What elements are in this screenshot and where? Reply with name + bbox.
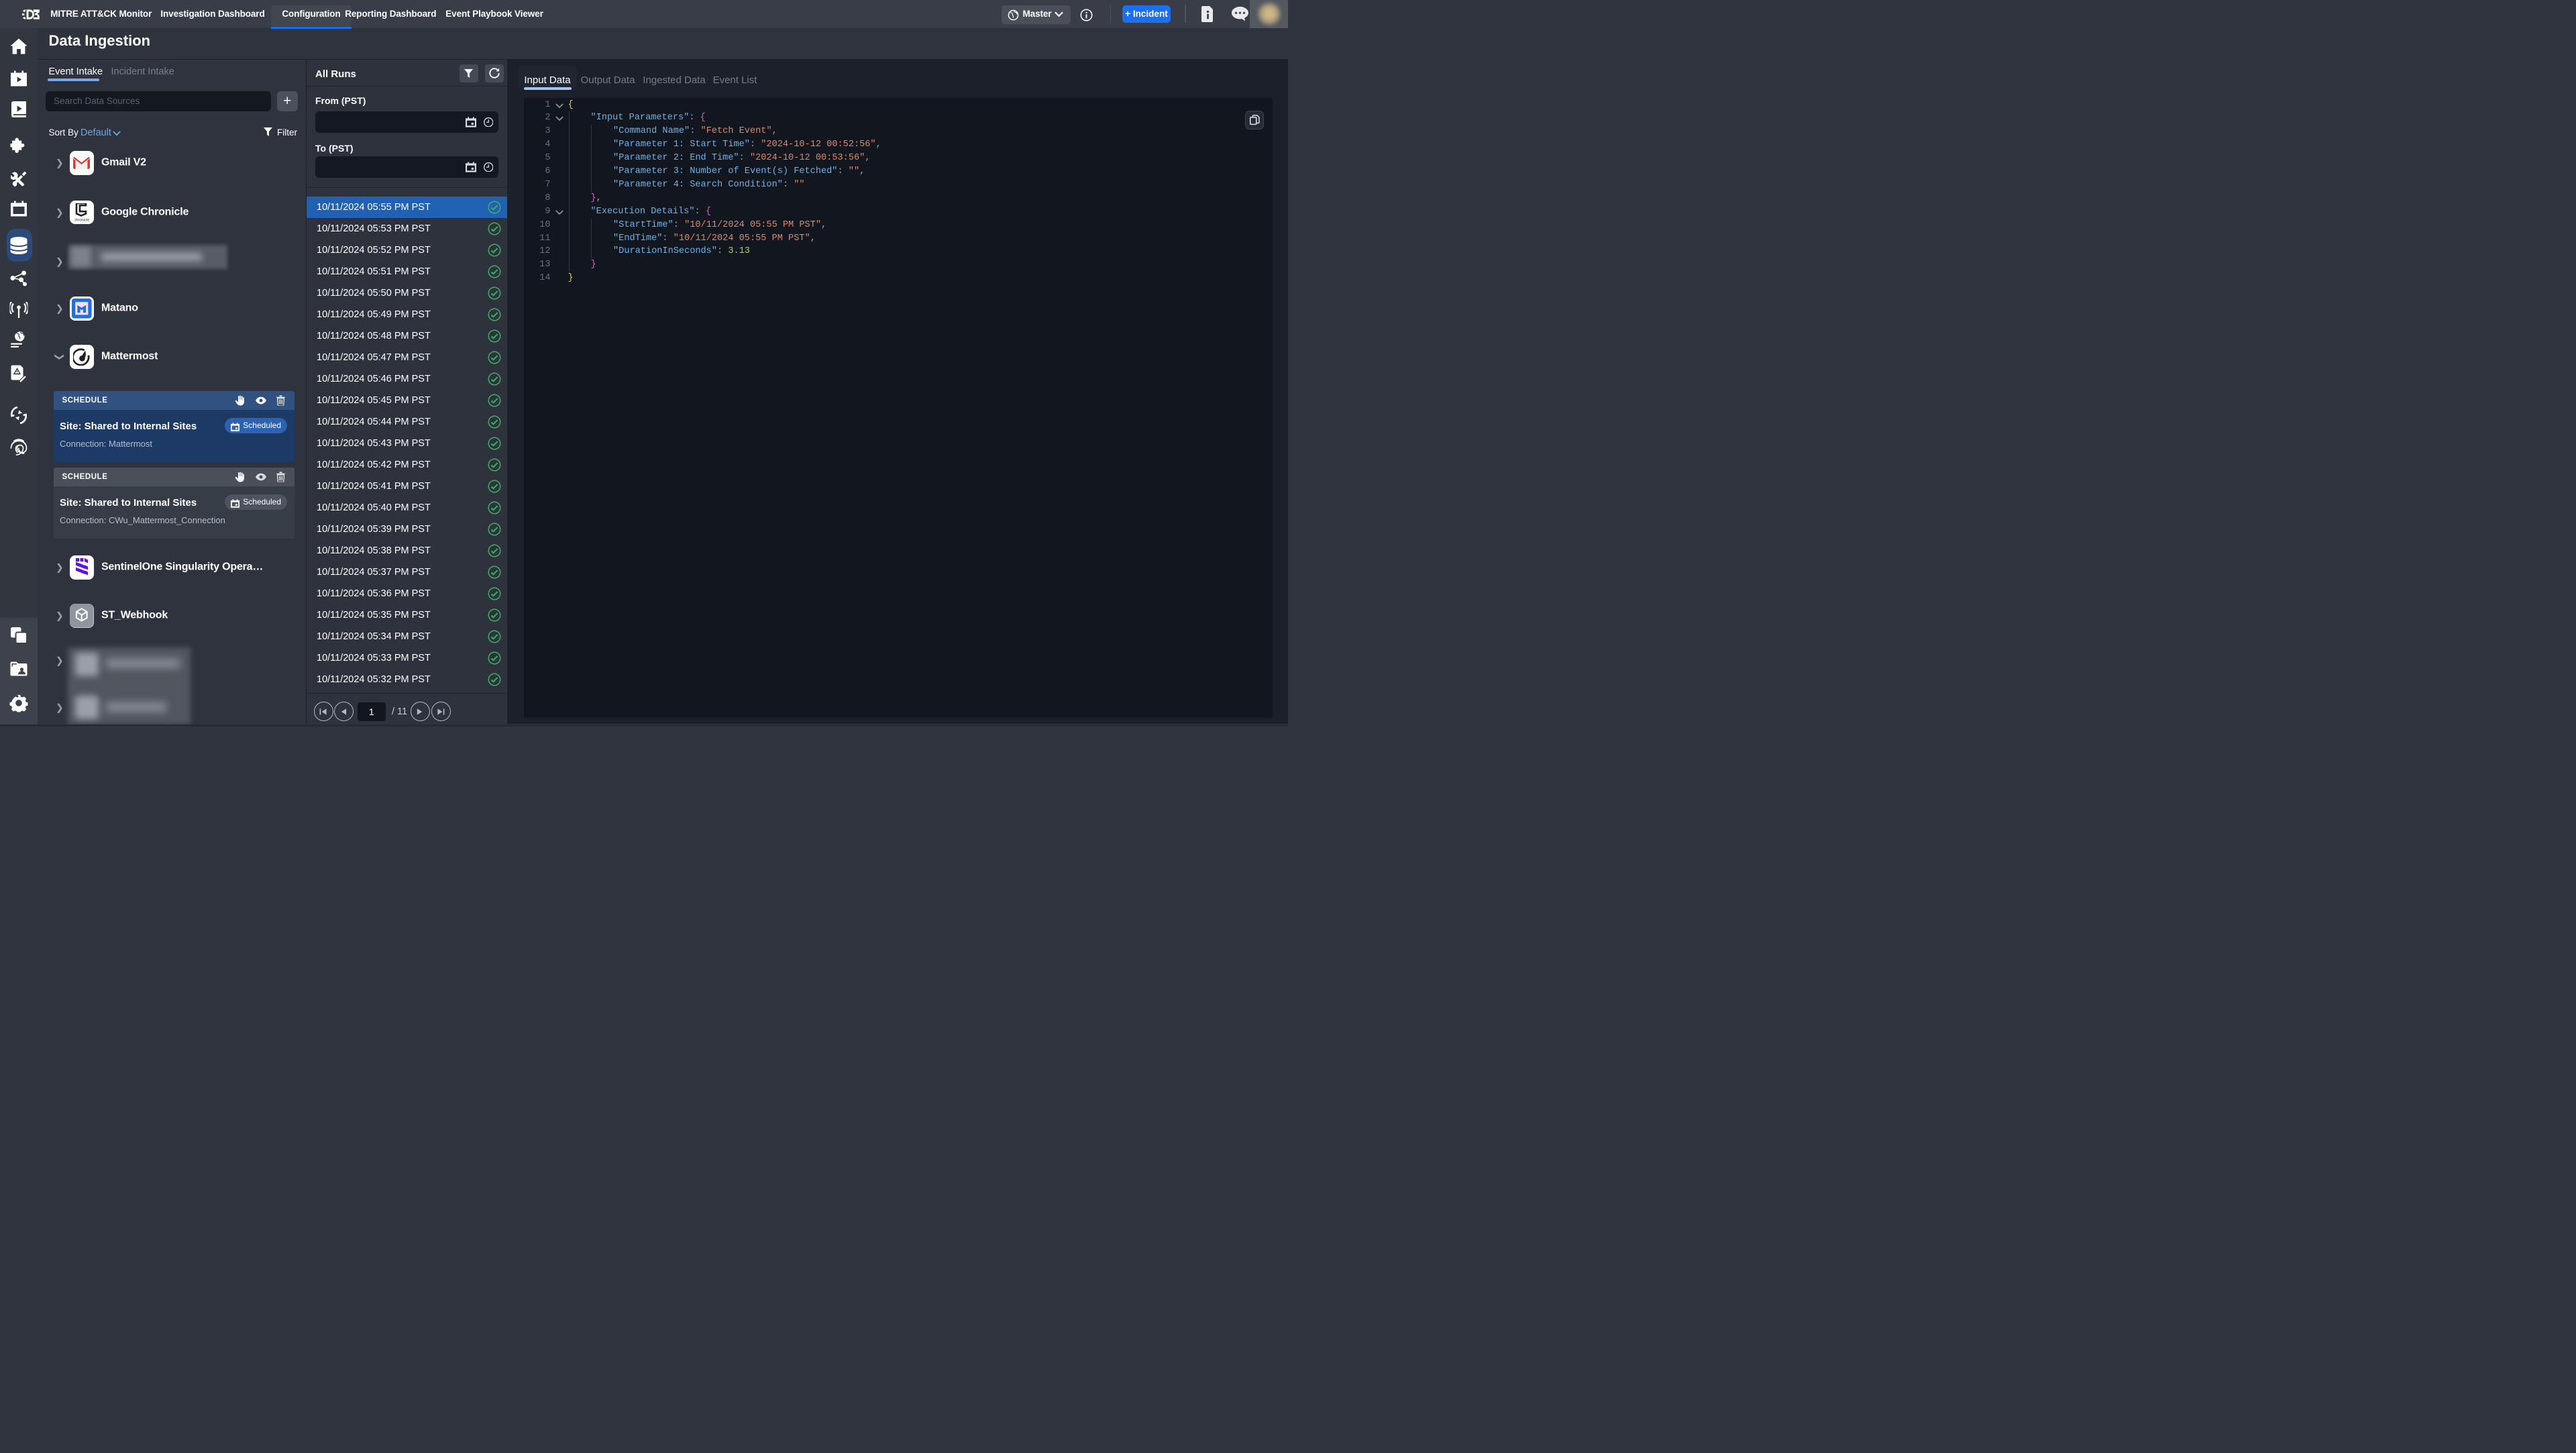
svg-text:chronicle: chronicle bbox=[74, 218, 89, 222]
